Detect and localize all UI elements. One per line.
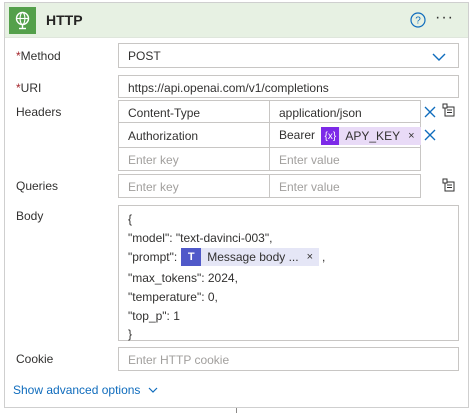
body-line: { [128, 212, 133, 226]
cookie-placeholder: Enter HTTP cookie [128, 353, 230, 367]
card-header[interactable]: HTTP ? ··· [5, 3, 468, 38]
variable-icon: {x} [321, 127, 340, 145]
remove-header-icon[interactable] [424, 129, 436, 141]
chevron-down-icon [432, 51, 446, 65]
value-placeholder: Enter value [279, 180, 340, 194]
queries-label: Queries [16, 179, 59, 193]
header-value-text: application/json [279, 106, 362, 120]
method-value: POST [128, 49, 161, 63]
header-key-field[interactable]: Enter key [118, 147, 270, 171]
http-action-card: HTTP ? ··· *Method POST *URI https://api… [4, 2, 469, 408]
body-line: } [128, 327, 133, 341]
method-dropdown[interactable]: POST [118, 43, 459, 68]
bearer-prefix: Bearer [279, 128, 316, 143]
token-label: APY_KEY [345, 129, 401, 143]
header-value-field[interactable]: application/json [269, 100, 421, 123]
header-value-field[interactable]: Enter value [269, 147, 421, 171]
remove-token-icon[interactable]: × [408, 130, 414, 142]
body-line: "prompt": T Message body ... × , [128, 248, 326, 266]
cookie-field[interactable]: Enter HTTP cookie [118, 347, 459, 371]
header-key-field[interactable]: Content-Type [118, 100, 270, 123]
header-key-field[interactable]: Authorization [118, 122, 270, 148]
connector-line [236, 408, 237, 413]
svg-text:?: ? [415, 16, 421, 27]
body-editor[interactable]: { "model": "text-davinci-003", "prompt":… [118, 205, 459, 341]
show-advanced-options-link[interactable]: Show advanced options [13, 383, 158, 397]
body-line: "temperature": 0, [128, 290, 218, 304]
headers-label: Headers [16, 105, 62, 119]
dynamic-content-token[interactable]: T Message body ... × [181, 248, 320, 266]
uri-value: https://api.openai.com/v1/completions [128, 81, 329, 95]
query-key-field[interactable]: Enter key [118, 174, 270, 198]
method-label: *Method [16, 49, 61, 63]
uri-field[interactable]: https://api.openai.com/v1/completions [118, 75, 459, 98]
switch-to-text-mode-icon[interactable] [442, 103, 456, 120]
globe-icon [9, 7, 36, 34]
remove-token-icon[interactable]: × [307, 251, 313, 263]
remove-header-icon[interactable] [424, 106, 436, 118]
header-value-field[interactable]: Bearer {x} APY_KEY × [269, 122, 421, 148]
key-placeholder: Enter key [128, 180, 179, 194]
help-circle-icon[interactable]: ? [410, 12, 426, 28]
token-label: Message body ... [207, 250, 299, 264]
cookie-label: Cookie [16, 352, 54, 366]
body-line: "model": "text-davinci-003", [128, 231, 273, 245]
dynamic-content-token[interactable]: {x} APY_KEY × [321, 127, 421, 145]
switch-to-text-mode-icon[interactable] [442, 178, 456, 195]
body-label: Body [16, 209, 44, 223]
card-title: HTTP [46, 12, 83, 28]
more-options-icon[interactable]: ··· [435, 9, 454, 27]
value-placeholder: Enter value [279, 153, 340, 167]
teams-icon: T [181, 248, 202, 266]
query-value-field[interactable]: Enter value [269, 174, 421, 198]
header-key-value: Content-Type [128, 106, 201, 120]
body-line: "max_tokens": 2024, [128, 271, 238, 285]
body-line: "top_p": 1 [128, 309, 180, 323]
uri-label: *URI [16, 81, 42, 95]
chevron-down-icon [148, 383, 158, 397]
header-key-value: Authorization [128, 129, 199, 143]
key-placeholder: Enter key [128, 153, 179, 167]
